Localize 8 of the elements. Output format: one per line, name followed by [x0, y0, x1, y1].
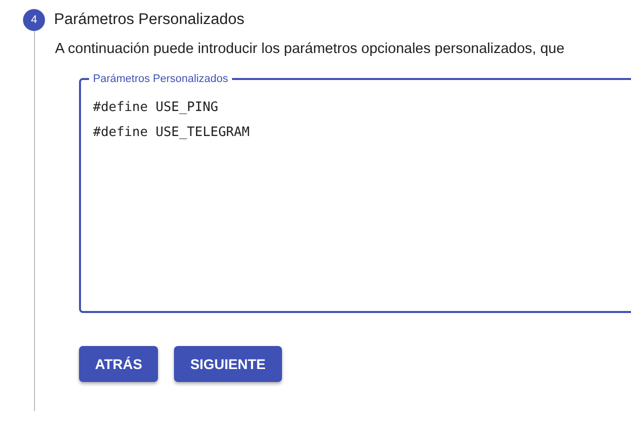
- next-button[interactable]: SIGUIENTE: [174, 346, 282, 382]
- step-number: 4: [23, 9, 45, 31]
- custom-parameters-field[interactable]: Parámetros Personalizados #define USE_PING #define USE_TELEGRAM: [79, 73, 631, 313]
- custom-parameters-input[interactable]: #define USE_PING #define USE_TELEGRAM: [93, 95, 631, 295]
- step-description: A continuación puede introducir los parámetros opcionales personalizados, que: [55, 40, 566, 59]
- step-title: Parámetros Personalizados: [54, 11, 244, 29]
- field-label: Parámetros Personalizados: [92, 73, 230, 85]
- back-button[interactable]: ATRÁS: [79, 346, 158, 382]
